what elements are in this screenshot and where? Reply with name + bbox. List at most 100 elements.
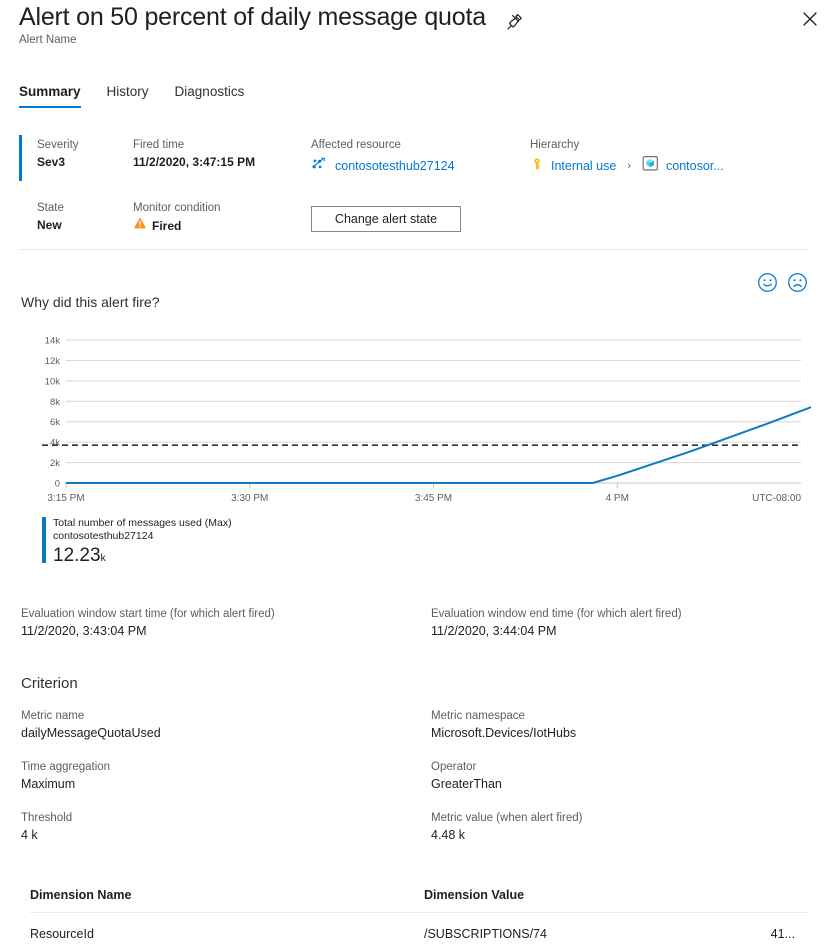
field-eval-start: Evaluation window start time (for which … <box>21 608 275 638</box>
affected-resource-value[interactable]: contosotesthub27124 <box>335 159 455 173</box>
time-aggregation-label: Time aggregation <box>21 761 110 773</box>
y-tick-label: 12k <box>45 356 61 367</box>
y-tick-label: 10k <box>45 376 61 387</box>
page-subtitle: Alert Name <box>19 34 77 46</box>
smiley-sad-icon[interactable] <box>787 272 808 293</box>
severity-label: Severity <box>37 137 79 153</box>
state-value: New <box>37 216 64 234</box>
operator-label: Operator <box>431 761 502 773</box>
alert-metric-chart: 0 2k 4k 6k 8k 10k 12k 14k 3:15 PM 3:30 PM 3:45 PM 4… <box>21 330 811 515</box>
field-operator: Operator GreaterThan <box>431 761 502 791</box>
key-icon <box>530 156 544 177</box>
why-alert-fired-title: Why did this alert fire? <box>21 294 160 310</box>
legend-value-unit: k <box>101 552 106 564</box>
dimensions-table: Dimension Name Dimension Value ResourceI… <box>30 888 809 941</box>
threshold-value: 4 k <box>21 828 72 842</box>
monitor-condition-value-row: Fired <box>133 216 221 235</box>
chevron-right-icon: › <box>627 160 631 172</box>
cell-dimension-name: ResourceId <box>30 927 424 941</box>
affected-resource-label: Affected resource <box>311 137 455 153</box>
hierarchy-second-link[interactable]: contosor... <box>666 159 724 173</box>
metric-namespace-value: Microsoft.Devices/IotHubs <box>431 726 576 740</box>
chart-canvas: 0 2k 4k 6k 8k 10k 12k 14k 3:15 PM 3:30 PM 3:45 PM 4… <box>21 330 811 515</box>
field-fired-time: Fired time 11/2/2020, 3:47:15 PM <box>133 137 255 171</box>
hierarchy-label: Hierarchy <box>530 137 724 153</box>
pin-icon[interactable] <box>505 12 525 32</box>
tab-bar: Summary History Diagnostics <box>19 84 244 108</box>
field-monitor-condition: Monitor condition Fired <box>133 200 221 235</box>
column-header-dimension-name: Dimension Name <box>30 888 424 902</box>
criterion-section-title: Criterion <box>21 675 78 692</box>
x-tick-label: 3:45 PM <box>415 493 452 504</box>
hierarchy-row: Internal use › contosor... <box>530 155 724 177</box>
eval-start-label: Evaluation window start time (for which … <box>21 608 275 620</box>
y-tick-label: 6k <box>50 417 60 428</box>
field-state: State New <box>37 200 64 234</box>
smiley-happy-icon[interactable] <box>757 272 778 293</box>
severity-accent-bar <box>19 135 22 181</box>
series-line <box>66 358 811 483</box>
y-tick-label: 4k <box>50 438 60 449</box>
tab-diagnostics[interactable]: Diagnostics <box>175 84 245 108</box>
severity-value: Sev3 <box>37 153 79 171</box>
column-header-dimension-value: Dimension Value <box>424 888 714 902</box>
legend-color-swatch <box>42 517 46 563</box>
x-tick-label: 4 PM <box>606 493 629 504</box>
x-tick-label: 3:30 PM <box>231 493 268 504</box>
tab-summary[interactable]: Summary <box>19 84 81 108</box>
operator-value: GreaterThan <box>431 777 502 791</box>
y-tick-label: 8k <box>50 397 60 408</box>
y-tick-label: 0 <box>55 479 60 490</box>
fired-time-label: Fired time <box>133 137 255 153</box>
tab-history[interactable]: History <box>107 84 149 108</box>
legend-series-name: Total number of messages used (Max) <box>53 517 232 530</box>
section-divider <box>19 249 809 250</box>
state-label: State <box>37 200 64 216</box>
field-hierarchy: Hierarchy Internal use › <box>530 137 724 177</box>
field-time-aggregation: Time aggregation Maximum <box>21 761 110 791</box>
metric-value-value: 4.48 k <box>431 828 582 842</box>
metric-namespace-label: Metric namespace <box>431 710 576 722</box>
iot-hub-icon <box>311 155 328 177</box>
field-affected-resource: Affected resource contosotesthub27124 <box>311 137 455 177</box>
column-header-extra <box>714 888 809 902</box>
dimensions-table-header: Dimension Name Dimension Value <box>30 888 809 912</box>
close-icon[interactable] <box>799 8 821 30</box>
monitor-condition-label: Monitor condition <box>133 200 221 216</box>
eval-start-value: 11/2/2020, 3:43:04 PM <box>21 624 275 638</box>
field-metric-value: Metric value (when alert fired) 4.48 k <box>431 812 582 842</box>
hierarchy-first-link[interactable]: Internal use <box>551 159 616 173</box>
cell-dimension-extra: 41... <box>714 927 809 941</box>
cell-dimension-value: /SUBSCRIPTIONS/74 <box>424 927 714 941</box>
feedback-controls <box>757 272 808 293</box>
field-metric-name: Metric name dailyMessageQuotaUsed <box>21 710 161 740</box>
legend-series-value: 12.23k <box>53 544 232 570</box>
page-title: Alert on 50 percent of daily message quo… <box>19 3 486 32</box>
metric-name-label: Metric name <box>21 710 161 722</box>
fired-time-value: 11/2/2020, 3:47:15 PM <box>133 153 255 171</box>
field-threshold: Threshold 4 k <box>21 812 72 842</box>
threshold-label: Threshold <box>21 812 72 824</box>
metric-name-value: dailyMessageQuotaUsed <box>21 726 161 740</box>
y-tick-label: 2k <box>50 458 60 469</box>
page-header: Alert on 50 percent of daily message quo… <box>0 0 825 62</box>
field-eval-end: Evaluation window end time (for which al… <box>431 608 682 638</box>
field-severity: Severity Sev3 <box>37 137 79 171</box>
timezone-label: UTC-08:00 <box>752 493 801 504</box>
alert-details-page: Alert on 50 percent of daily message quo… <box>0 0 825 944</box>
x-tick-label: 3:15 PM <box>47 493 84 504</box>
eval-end-label: Evaluation window end time (for which al… <box>431 608 682 620</box>
time-aggregation-value: Maximum <box>21 777 110 791</box>
eval-end-value: 11/2/2020, 3:44:04 PM <box>431 624 682 638</box>
affected-resource-link-row[interactable]: contosotesthub27124 <box>311 155 455 177</box>
monitor-condition-value: Fired <box>152 217 181 235</box>
legend-value-number: 12.23 <box>53 545 101 566</box>
table-row[interactable]: ResourceId /SUBSCRIPTIONS/74 41... <box>30 913 809 941</box>
change-alert-state-button[interactable]: Change alert state <box>311 206 461 232</box>
metric-value-label: Metric value (when alert fired) <box>431 812 582 824</box>
warning-triangle-icon <box>133 216 147 235</box>
chart-legend: Total number of messages used (Max) cont… <box>42 517 232 570</box>
legend-series-resource: contosotesthub27124 <box>53 530 232 543</box>
y-tick-label: 14k <box>45 336 61 347</box>
resource-group-icon <box>642 155 659 177</box>
